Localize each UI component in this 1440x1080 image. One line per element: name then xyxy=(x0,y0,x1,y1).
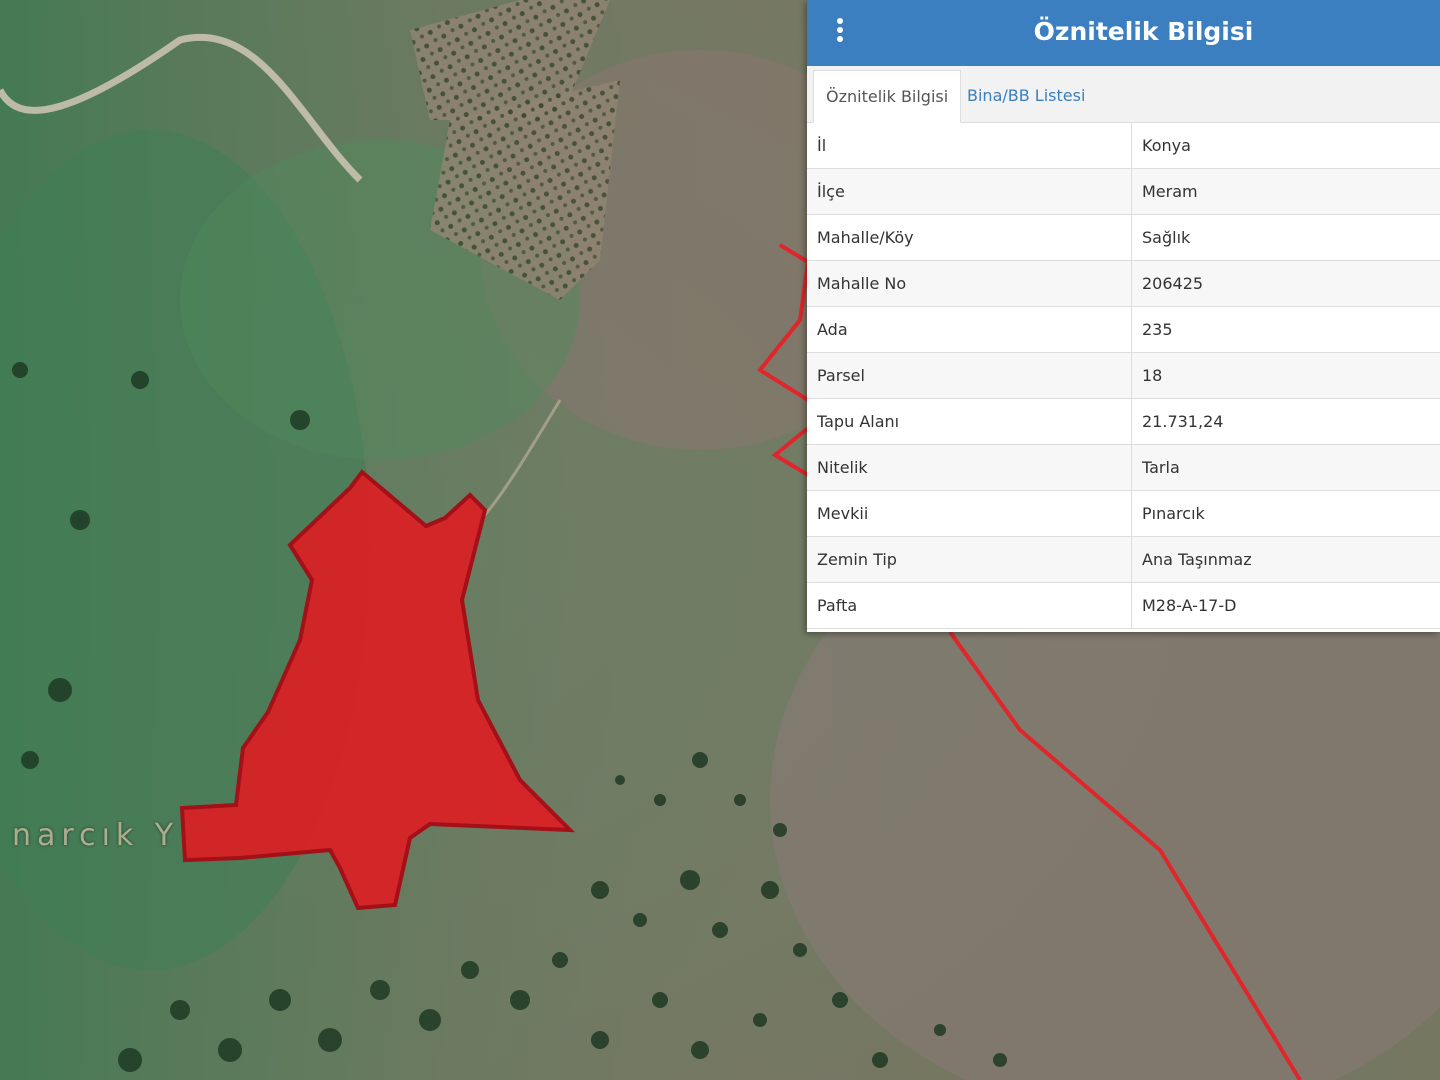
attribute-key: Pafta xyxy=(807,582,1132,629)
table-row: Pafta M28-A-17-D xyxy=(807,582,1440,629)
attribute-key: İl xyxy=(807,123,1132,169)
attribute-value: 21.731,24 xyxy=(1131,398,1440,445)
attribute-key: Mahalle/Köy xyxy=(807,214,1132,261)
attribute-value: M28-A-17-D xyxy=(1131,582,1440,629)
table-row: Mevkii Pınarcık xyxy=(807,490,1440,537)
table-row: Parsel 18 xyxy=(807,352,1440,399)
attribute-value: Konya xyxy=(1131,123,1440,169)
attribute-key: Zemin Tip xyxy=(807,536,1132,583)
tab-building-list[interactable]: Bina/BB Listesi xyxy=(955,70,1097,122)
attribute-value: Tarla xyxy=(1131,444,1440,491)
attribute-key: İlçe xyxy=(807,168,1132,215)
table-row: İlçe Meram xyxy=(807,168,1440,215)
attribute-key: Ada xyxy=(807,306,1132,353)
attribute-value: 235 xyxy=(1131,306,1440,353)
attribute-table: İl Konya İlçe Meram Mahalle/Köy Sağlık Mahalle… xyxy=(807,123,1440,629)
table-row: Mahalle/Köy Sağlık xyxy=(807,214,1440,261)
panel-title: Öznitelik Bilgisi xyxy=(1033,17,1254,46)
tab-attribute-info[interactable]: Öznitelik Bilgisi xyxy=(813,70,962,123)
attribute-value: Ana Taşınmaz xyxy=(1131,536,1440,583)
tab-bar: Öznitelik Bilgisi Bina/BB Listesi xyxy=(807,66,1440,123)
table-row: Tapu Alanı 21.731,24 xyxy=(807,398,1440,445)
panel-header: Öznitelik Bilgisi xyxy=(807,0,1440,66)
place-label: narcık Y xyxy=(12,818,180,853)
table-row: Ada 235 xyxy=(807,306,1440,353)
attribute-value: Pınarcık xyxy=(1131,490,1440,537)
table-row: İl Konya xyxy=(807,123,1440,169)
table-row: Nitelik Tarla xyxy=(807,444,1440,491)
attribute-value: Meram xyxy=(1131,168,1440,215)
table-row: Zemin Tip Ana Taşınmaz xyxy=(807,536,1440,583)
attribute-key: Parsel xyxy=(807,352,1132,399)
attribute-key: Nitelik xyxy=(807,444,1132,491)
attribute-key: Mahalle No xyxy=(807,260,1132,307)
attribute-value: 18 xyxy=(1131,352,1440,399)
attribute-key: Tapu Alanı xyxy=(807,398,1132,445)
attribute-value: Sağlık xyxy=(1131,214,1440,261)
attribute-value: 206425 xyxy=(1131,260,1440,307)
attribute-key: Mevkii xyxy=(807,490,1132,537)
attribute-panel: Öznitelik Bilgisi Öznitelik Bilgisi Bina… xyxy=(807,0,1440,632)
table-row: Mahalle No 206425 xyxy=(807,260,1440,307)
